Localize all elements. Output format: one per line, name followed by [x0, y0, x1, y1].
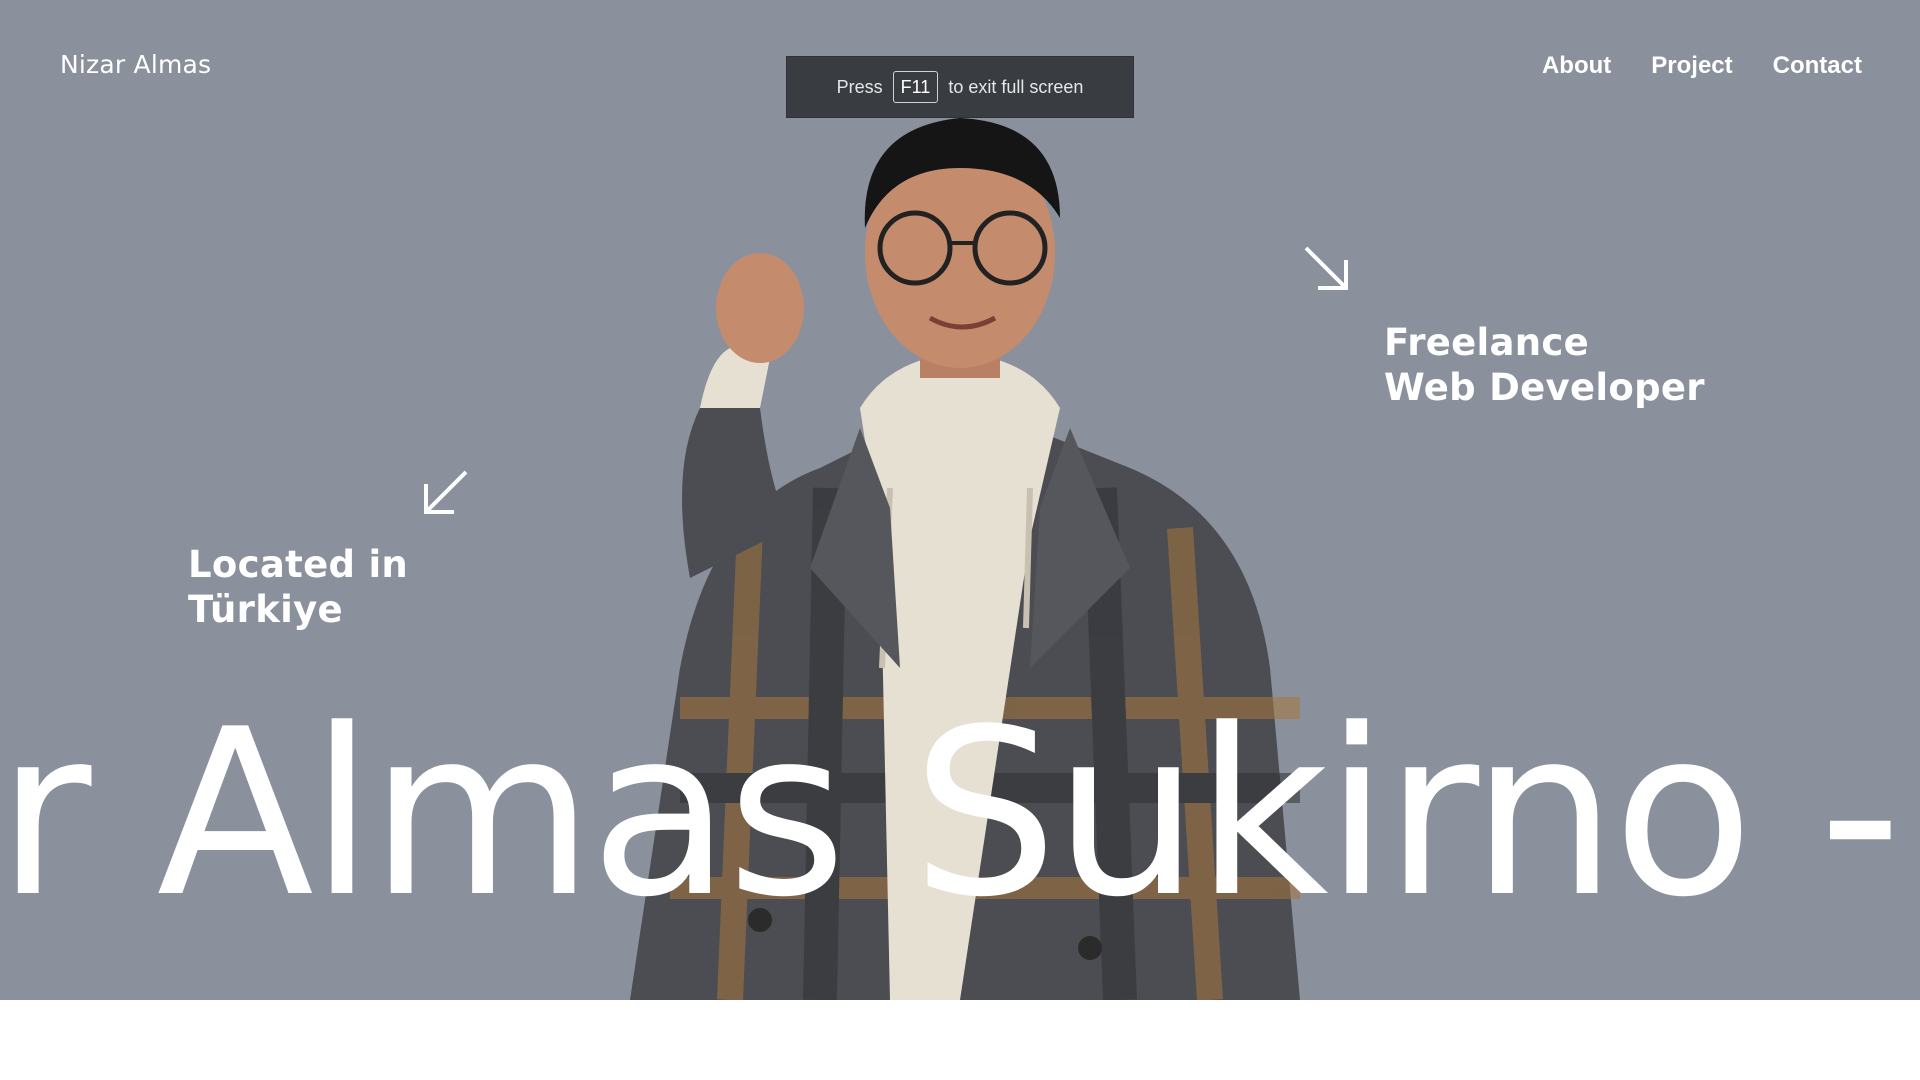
tagline-text: Freelance Web Developer — [1384, 321, 1705, 409]
fullscreen-notice: Press F11 to exit full screen — [786, 56, 1134, 118]
nav-contact[interactable]: Contact — [1773, 52, 1862, 80]
arrow-down-right-icon — [1304, 246, 1348, 290]
nav-project[interactable]: Project — [1651, 52, 1732, 80]
fullscreen-prefix: Press — [836, 76, 883, 97]
location-text: Located in Türkiye — [188, 543, 409, 631]
f11-key: F11 — [892, 71, 939, 103]
main-nav: About Project Contact — [1542, 52, 1862, 80]
site-logo-text[interactable]: Nizar Almas — [60, 50, 211, 79]
name-marquee: ar Almas Sukirno - — [0, 681, 1902, 948]
nav-about[interactable]: About — [1542, 52, 1611, 80]
fullscreen-suffix: to exit full screen — [948, 76, 1084, 97]
arrow-down-left-icon — [424, 470, 468, 514]
hero-section: Nizar Almas About Project Contact Freela… — [0, 0, 1920, 1000]
